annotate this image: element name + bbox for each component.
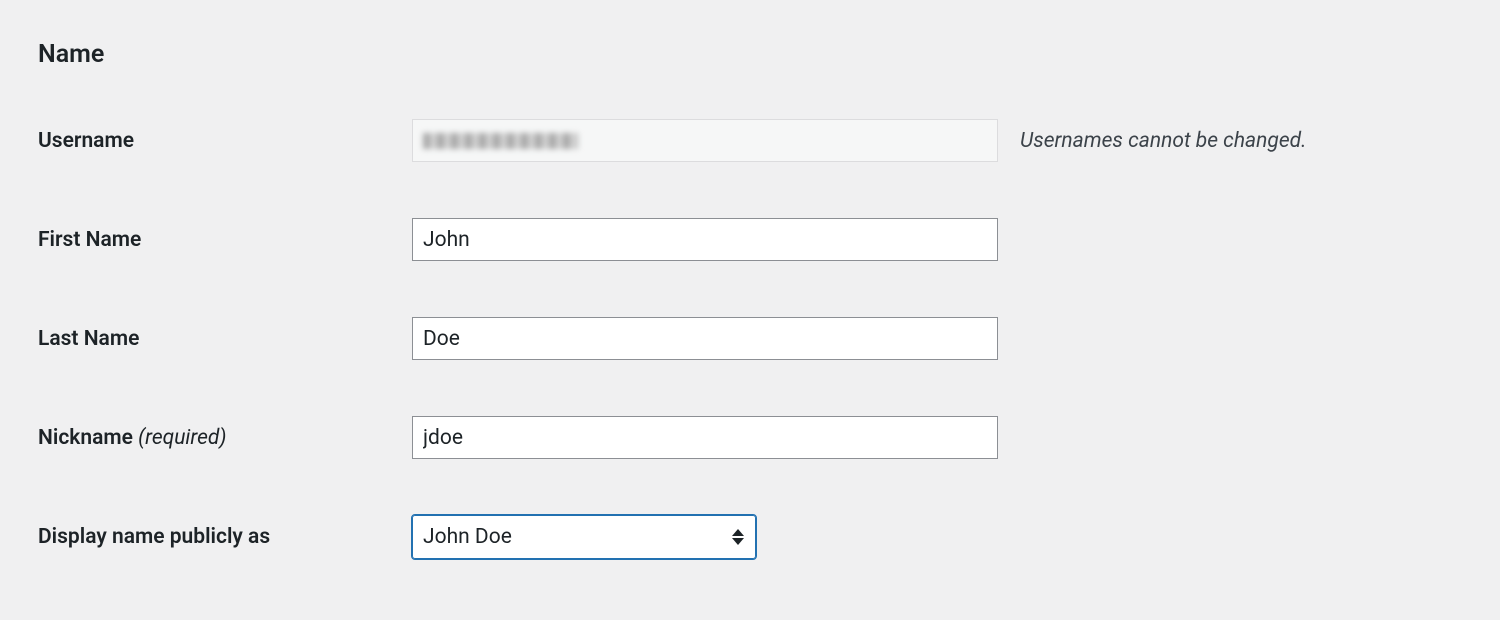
display-name-select[interactable]: John Doe [412, 515, 756, 559]
label-last-name: Last Name [38, 327, 412, 351]
row-nickname: Nickname (required) [38, 416, 1462, 459]
last-name-field[interactable] [412, 317, 998, 360]
label-display-name: Display name publicly as [38, 525, 412, 549]
username-value-redacted [423, 133, 578, 149]
username-description: Usernames cannot be changed. [1020, 129, 1306, 153]
label-nickname-text: Nickname [38, 426, 133, 450]
label-first-name: First Name [38, 228, 412, 252]
row-first-name: First Name [38, 218, 1462, 261]
row-display-name: Display name publicly as John Doe [38, 515, 1462, 559]
section-heading: Name [38, 40, 1462, 69]
row-username: Username Usernames cannot be changed. [38, 119, 1462, 162]
first-name-field[interactable] [412, 218, 998, 261]
label-username: Username [38, 129, 412, 153]
row-last-name: Last Name [38, 317, 1462, 360]
username-field [412, 119, 998, 162]
label-nickname: Nickname (required) [38, 426, 412, 450]
label-nickname-required: (required) [138, 426, 226, 450]
nickname-field[interactable] [412, 416, 998, 459]
